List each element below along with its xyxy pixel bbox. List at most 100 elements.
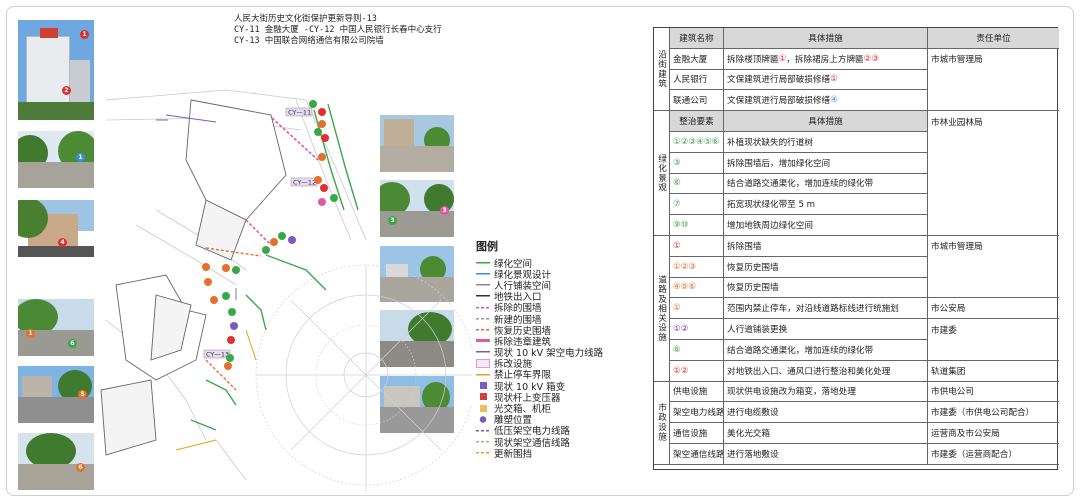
measure-text: 结合道路交通渠化，增加连续的绿化带 [727,345,874,356]
column-header: 建筑名称 [670,28,724,49]
table-row: 架空通信线路 进行落地敷设 市建委（运营商配合） [670,444,1059,465]
table-row: 架空电力线路 进行电缆敷设 市建委（市供电公司配合） [670,402,1059,424]
table-row: ⑥ 结合道路交通渠化，增加连续的绿化带 [670,173,1057,195]
unit-cell [928,132,1059,153]
photo-marker: 6 [76,463,85,472]
legend-symbol [476,392,490,402]
measure-text: 现状供电设施改为箱变，落地处理 [727,387,856,398]
unit-cell [928,257,1059,278]
column-header: 具体措施 [724,111,928,132]
item-cell: 供电设施 [670,381,724,403]
measure-marker: ① [778,53,787,64]
measure-text: 恢复历史围墙 [727,262,779,273]
measure-cell: 文保建筑进行局部破损修缮 ① [724,69,928,91]
section-label: 沿街建筑 [654,28,670,112]
photo-marker: 1 [80,30,89,39]
measure-marker: ① [830,74,838,85]
section-label: 市政设施 [654,381,670,465]
item-cell: 架空电力线路 [670,402,724,424]
column-header: 整治要素 [670,111,724,132]
measure-cell: 对地铁出入口、通风口进行整治和美化处理 [724,360,928,382]
measure-text: 拆除楼顶牌匾 [727,54,779,65]
legend-symbol [476,381,490,391]
photo-historic-building: 4 [18,200,94,257]
item-cell: ⑥ [670,173,724,195]
table-row: ①②③ 恢复历史围墙 [670,256,1059,278]
measure-cell: 人行道铺装更换 [724,319,928,340]
measure-text: 拓宽现状绿化带至 5 m [727,200,816,211]
photo-marker: 1 [76,153,85,162]
measure-text: 文保建筑进行局部破损修缮 [727,75,831,86]
table-row: ①②③④⑤⑥ 补植现状缺失的行道树 [670,132,1057,153]
item-cell: ① [670,236,724,257]
section-label: 道路及相关设施 [654,236,670,382]
table-header-row: 建筑名称 具体措施 责任单位 [670,28,1059,49]
unit-cell: 市建委 [931,325,957,336]
measure-text: 文保建筑进行局部破损修缮 [727,96,831,107]
site-plan-map: CY—11 CY—12 CY—13 [100,89,472,492]
measure-cell: 范围内禁止停车，对沿线道路标线进行统施划 [724,298,928,320]
measure-cell: 恢复历史围墙 [724,256,928,278]
legend-symbol [476,414,490,424]
item-cell: ⑨⑩ [670,215,724,236]
item-cell: ④⑤⑥ [670,277,724,299]
measure-marker: ②③ [863,53,880,64]
item-cell: ①② [670,360,724,382]
column-header: 具体措施 [724,28,928,49]
item-cell: ①②③④⑤⑥ [670,132,724,153]
measure-text: 增加地铁周边绿化空间 [727,221,813,232]
table-row: 人民银行 文保建筑进行局部破损修缮 ① [670,69,1059,91]
building-label-cy13: CY—13 [206,351,229,359]
unit-cell [928,70,1059,91]
measure-cell: 进行电缆敷设 [724,402,928,424]
measures-table: 沿街建筑 建筑名称 具体措施 责任单位 金融大厦 拆除楼顶牌匾 ① ，拆除裙房上方牌匾 ②③ 市城… [653,27,1059,470]
photo-sidewalk-1: 1 6 [18,299,94,356]
legend-symbol [476,369,490,379]
unit-cell: 市城市管理局 [931,55,983,66]
unit-cell: 市供电公司 [928,382,1059,403]
item-cell: ①② [670,319,724,340]
table-row: ① 拆除围墙 市城市管理局 [670,236,1057,257]
table-row: ①② 对地铁出入口、通风口进行整治和美化处理 轨道集团 [670,360,1059,382]
item-cell: 架空通信线路 [670,444,724,465]
measure-cell: 进行落地敷设 [724,444,928,465]
map-title-line: 人民大街历史文化街保护更新导则-13 [234,14,377,24]
legend-symbol [476,291,490,301]
table-row: ① 范围内禁止停车，对沿线道路标线进行统施划 市公安局 [670,298,1059,320]
legend-symbol [476,302,490,312]
legend-symbol [476,314,490,324]
legend-symbol [476,325,490,335]
table-row: 供电设施 现状供电设施改为箱变，落地处理 市供电公司 [670,381,1059,403]
measure-cell: 恢复历史围墙 [724,277,928,299]
item-cell: 金融大厦 [670,48,724,70]
table-row: ⑥ 结合道路交通渠化，增加连续的绿化带 [670,340,1059,361]
measure-cell: 补植现状缺失的行道树 [724,132,928,153]
legend-symbol [476,437,490,447]
photo-street-trees-1: 1 [18,131,94,188]
measure-cell: 拆除楼顶牌匾 ① ，拆除裙房上方牌匾 ②③ [724,48,928,70]
unit-cell: 市城市管理局 [931,242,983,253]
item-cell: 人民银行 [670,69,724,91]
legend-title: 图例 [476,240,498,253]
building-label-cy11: CY—11 [288,109,311,117]
measure-text: 人行道铺装更换 [727,325,788,336]
photo-marker: 4 [58,238,67,247]
map-title: 人民大街历史文化街保护更新导则-13 CY-11 金融大厦 -CY-12 中国人… [234,14,442,47]
unit-cell [928,153,1059,174]
legend-symbol [476,280,490,290]
table-row: ⑦ 拓宽现状绿化带至 5 m [670,194,1057,216]
column-header: 责任单位 [928,28,1059,49]
item-cell: 联通公司 [670,90,724,112]
measure-cell: 结合道路交通渠化，增加连续的绿化带 [724,173,928,195]
column-header: 市林业园林局 [931,117,983,128]
measure-cell: 增加地铁周边绿化空间 [724,215,928,236]
legend-symbol [476,403,490,413]
table-row: ⑨⑩ 增加地铁周边绿化空间 [670,215,1059,236]
map-title-line: CY-11 金融大厦 -CY-12 中国人民银行长春中心支行 [234,25,442,35]
measure-cell: 结合道路交通渠化，增加连续的绿化带 [724,340,928,361]
photo-marker: 6 [68,339,77,348]
unit-cell: 市建委（市供电公司配合） [928,402,1059,424]
legend-symbol [476,336,490,346]
unit-cell [928,90,1059,112]
table-row: 通信设施 美化光交箱 运营商及市公安局 [670,423,1059,444]
